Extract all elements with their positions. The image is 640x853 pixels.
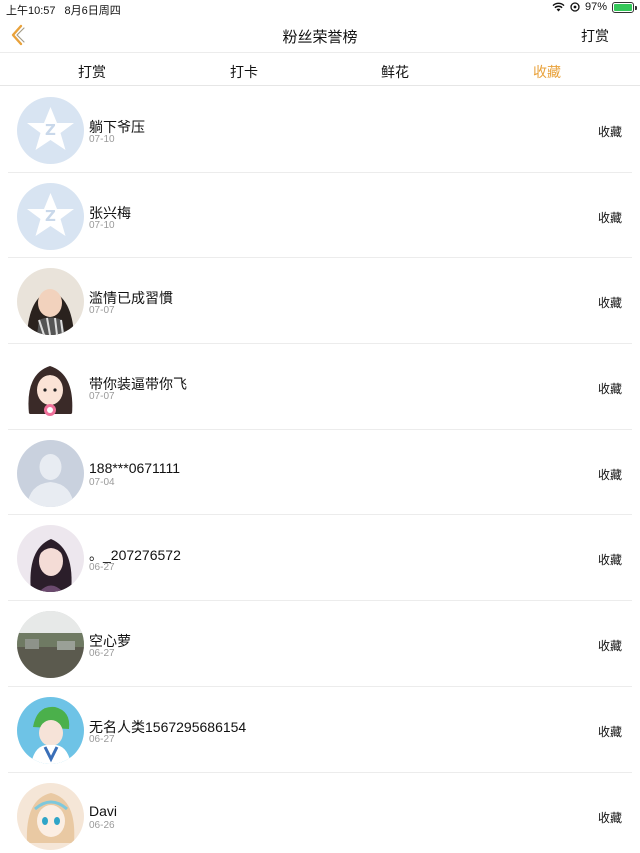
anime-avatar-icon bbox=[17, 782, 84, 850]
favorite-label[interactable]: 收藏 bbox=[598, 723, 622, 740]
avatar[interactable] bbox=[17, 525, 84, 593]
fan-date: 07-10 bbox=[89, 134, 115, 145]
default-star-avatar-icon: Z bbox=[17, 97, 84, 164]
fan-date: 06-26 bbox=[89, 819, 115, 831]
favorite-label[interactable]: 收藏 bbox=[598, 551, 622, 568]
status-date: 8月6日周四 bbox=[64, 5, 121, 17]
fan-name: Davi bbox=[89, 802, 118, 819]
fan-name: 188***0671111 bbox=[89, 459, 181, 476]
favorite-label[interactable]: 收藏 bbox=[598, 637, 622, 654]
status-time: 上午10:57 bbox=[6, 5, 56, 17]
default-star-avatar-icon: Z bbox=[17, 182, 84, 250]
list-item[interactable]: 滥情已成習慣 07-07 收藏 bbox=[0, 258, 640, 344]
tab-flowers[interactable]: 鲜花 bbox=[355, 62, 435, 82]
fan-date: 06-27 bbox=[89, 562, 115, 574]
avatar[interactable] bbox=[17, 611, 84, 679]
list-item[interactable]: Davi 06-26 收藏 bbox=[0, 773, 640, 853]
list-item[interactable]: Z 躺下爷压 07-10 收藏 bbox=[0, 87, 640, 173]
fan-date: 07-04 bbox=[89, 476, 115, 488]
tab-bar: 打赏 打卡 鲜花 收藏 bbox=[0, 54, 640, 86]
avatar[interactable] bbox=[17, 268, 84, 336]
nav-bar: 粉丝荣誉榜 打赏 bbox=[0, 17, 640, 53]
avatar[interactable]: Z bbox=[17, 182, 84, 250]
page-title: 粉丝荣誉榜 bbox=[282, 29, 358, 46]
location-lock-icon bbox=[570, 2, 580, 12]
list-item[interactable]: 。_207276572 06-27 收藏 bbox=[0, 515, 640, 601]
favorite-label[interactable]: 收藏 bbox=[598, 380, 622, 397]
fan-date: 07-07 bbox=[89, 391, 115, 403]
list-item[interactable]: 无名人类1567295686154 06-27 收藏 bbox=[0, 687, 640, 773]
avatar[interactable] bbox=[17, 696, 84, 764]
list-item[interactable]: 空心萝 06-27 收藏 bbox=[0, 601, 640, 687]
fan-list: Z 躺下爷压 07-10 收藏 Z 张兴梅 07-10 收藏 滥情已成習慣 07… bbox=[0, 87, 640, 853]
tab-reward[interactable]: 打赏 bbox=[52, 62, 132, 82]
fan-date: 07-10 bbox=[89, 219, 115, 231]
reward-button[interactable]: 打赏 bbox=[581, 26, 609, 46]
status-right: 97% bbox=[552, 1, 637, 13]
photo-avatar-icon bbox=[17, 525, 84, 593]
list-item[interactable]: 188***0671111 07-04 收藏 bbox=[0, 430, 640, 516]
avatar[interactable] bbox=[17, 782, 84, 850]
fan-date: 07-07 bbox=[89, 305, 115, 317]
svg-text:Z: Z bbox=[45, 121, 56, 139]
favorite-label[interactable]: 收藏 bbox=[598, 294, 622, 311]
default-person-avatar-icon bbox=[17, 439, 84, 507]
anime-avatar-icon bbox=[17, 696, 84, 764]
svg-text:Z: Z bbox=[45, 207, 56, 225]
favorite-label[interactable]: 收藏 bbox=[598, 209, 622, 226]
status-bar: 上午10:57 8月6日周四 97% bbox=[0, 0, 640, 17]
photo-avatar-icon bbox=[17, 268, 84, 336]
list-item[interactable]: Z 张兴梅 07-10 收藏 bbox=[0, 173, 640, 259]
list-item[interactable]: 带你装逼带你飞 07-07 收藏 bbox=[0, 344, 640, 430]
cartoon-girl-avatar-icon bbox=[17, 354, 84, 422]
favorite-label[interactable]: 收藏 bbox=[598, 466, 622, 483]
battery-level bbox=[614, 3, 632, 11]
fan-date: 06-27 bbox=[89, 733, 115, 745]
battery-percent: 97% bbox=[584, 1, 607, 13]
favorite-label[interactable]: 收藏 bbox=[598, 809, 622, 826]
favorite-label[interactable]: 收藏 bbox=[598, 123, 622, 140]
tab-favorites[interactable]: 收藏 bbox=[507, 62, 587, 82]
landscape-avatar-icon bbox=[17, 611, 84, 679]
fan-date: 06-27 bbox=[89, 648, 115, 660]
wifi-icon bbox=[552, 2, 565, 12]
tab-checkin[interactable]: 打卡 bbox=[204, 62, 284, 82]
avatar[interactable] bbox=[17, 354, 84, 422]
avatar[interactable] bbox=[17, 439, 84, 507]
status-left: 上午10:57 8月6日周四 bbox=[6, 2, 121, 18]
battery-icon bbox=[612, 1, 637, 13]
avatar[interactable]: Z bbox=[17, 97, 84, 164]
